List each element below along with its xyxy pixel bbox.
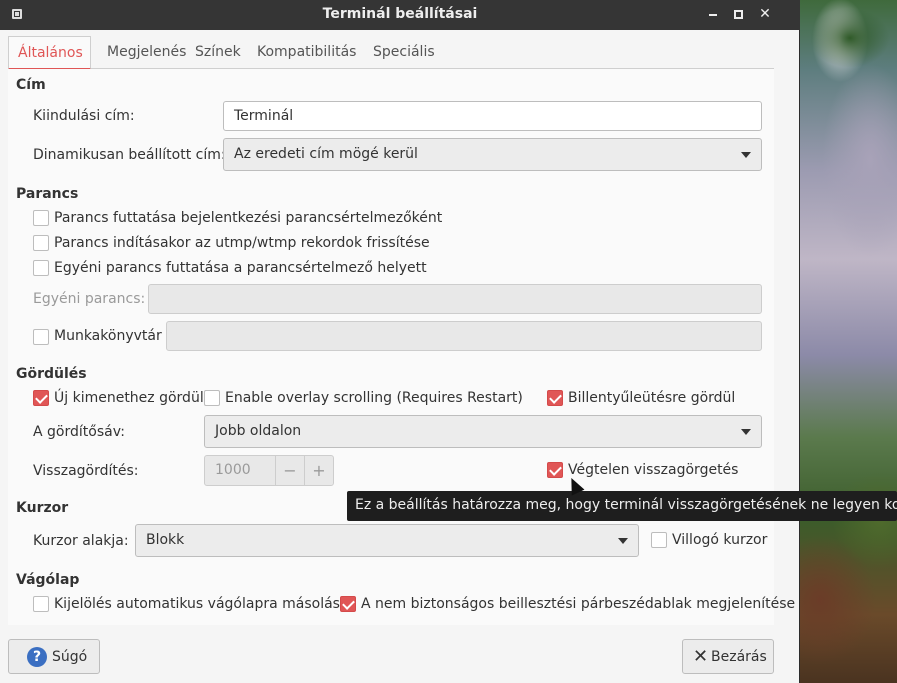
scrollback-spinbutton[interactable]: 1000 − + xyxy=(204,455,334,486)
blink-cursor-checkbox[interactable] xyxy=(651,532,667,548)
cursor-section-heading: Kurzor xyxy=(16,500,69,516)
custom-command-checkbox[interactable] xyxy=(33,260,49,276)
close-icon: ✕ xyxy=(693,646,709,667)
chevron-down-icon xyxy=(741,429,751,435)
clipboard-section-heading: Vágólap xyxy=(16,572,80,588)
help-button[interactable]: ? Súgó xyxy=(8,639,100,674)
login-shell-checkbox[interactable] xyxy=(33,210,49,226)
tab-compatibility[interactable]: Kompatibilitás xyxy=(248,36,365,69)
cursor-shape-value: Blokk xyxy=(146,532,185,548)
tab-appearance[interactable]: Megjelenés xyxy=(98,36,195,69)
chevron-down-icon xyxy=(741,152,751,158)
custom-command-label: Egyéni parancs: xyxy=(33,291,146,307)
window-title: Terminál beállításai xyxy=(322,6,478,22)
scroll-on-key-checkbox[interactable] xyxy=(547,390,563,406)
tab-general[interactable]: Általános xyxy=(8,36,91,70)
unsafe-paste-label: A nem biztonságos beillesztési párbeszéd… xyxy=(361,596,796,612)
custom-command-input[interactable] xyxy=(148,284,762,314)
preferences-dialog: Terminál beállításai ✕ Általános Megjele… xyxy=(0,0,800,683)
update-utmp-label: Parancs indításakor az utmp/wtmp rekordo… xyxy=(54,235,430,251)
chevron-down-icon xyxy=(618,538,628,544)
close-button-label: Bezárás xyxy=(711,649,767,665)
scroll-section-heading: Gördülés xyxy=(16,366,87,382)
cursor-shape-select[interactable]: Blokk xyxy=(135,524,639,557)
dynamic-title-select[interactable]: Az eredeti cím mögé kerül xyxy=(223,138,762,171)
unlimited-scrollback-label: Végtelen visszagörgetés xyxy=(568,462,739,478)
decrement-button[interactable]: − xyxy=(275,456,304,485)
autocopy-label: Kijelölés automatikus vágólapra másolása xyxy=(54,596,349,612)
tab-colors[interactable]: Színek xyxy=(186,36,250,69)
close-button[interactable]: ✕ Bezárás xyxy=(682,639,774,674)
command-section-heading: Parancs xyxy=(16,186,79,202)
login-shell-label: Parancs futtatása bejelentkezési parancs… xyxy=(54,210,443,226)
scrollbar-position-label: A gördítősáv: xyxy=(33,424,125,440)
unlimited-scrollback-checkbox[interactable] xyxy=(547,462,563,478)
tab-advanced[interactable]: Speciális xyxy=(364,36,444,69)
scrollbar-position-select[interactable]: Jobb oldalon xyxy=(204,415,762,448)
dynamic-title-value: Az eredeti cím mögé kerül xyxy=(234,146,418,162)
titlebar[interactable]: Terminál beállításai ✕ xyxy=(0,0,800,30)
scrollback-label: Visszagördítés: xyxy=(33,463,139,479)
working-dir-input[interactable] xyxy=(166,321,762,351)
help-icon: ? xyxy=(27,647,47,667)
scroll-on-key-label: Billentyűleütésre gördül xyxy=(568,390,736,406)
close-window-button[interactable]: ✕ xyxy=(757,5,773,23)
title-section-heading: Cím xyxy=(16,77,46,93)
blink-cursor-label: Villogó kurzor xyxy=(672,532,768,548)
dynamic-title-label: Dinamikusan beállított cím: xyxy=(33,147,226,163)
initial-title-input[interactable]: Terminál xyxy=(223,101,762,131)
cursor-shape-label: Kurzor alakja: xyxy=(33,533,129,549)
scrollbar-position-value: Jobb oldalon xyxy=(215,423,302,439)
custom-command-option-label: Egyéni parancs futtatása a parancsértelm… xyxy=(54,260,427,276)
initial-title-label: Kiindulási cím: xyxy=(33,108,135,124)
tab-bar: Általános Megjelenés Színek Kompatibilit… xyxy=(8,36,774,70)
update-utmp-checkbox[interactable] xyxy=(33,235,49,251)
working-dir-label: Munkakönyvtár xyxy=(54,328,162,344)
unlimited-scrollback-tooltip: Ez a beállítás határozza meg, hogy termi… xyxy=(347,491,897,521)
minimize-button[interactable] xyxy=(705,5,721,23)
scroll-on-output-checkbox[interactable] xyxy=(33,390,49,406)
maximize-button[interactable] xyxy=(730,5,746,23)
scroll-on-output-label: Új kimenethez gördül xyxy=(54,390,204,406)
palm-foliage xyxy=(810,8,890,68)
autocopy-checkbox[interactable] xyxy=(33,596,49,612)
overlay-scrolling-checkbox[interactable] xyxy=(204,390,220,406)
overlay-scrolling-label: Enable overlay scrolling (Requires Resta… xyxy=(225,390,523,406)
working-dir-checkbox[interactable] xyxy=(33,329,49,345)
help-button-label: Súgó xyxy=(52,649,88,665)
increment-button[interactable]: + xyxy=(304,456,333,485)
unsafe-paste-checkbox[interactable] xyxy=(340,596,356,612)
scrollback-value: 1000 xyxy=(215,462,251,478)
